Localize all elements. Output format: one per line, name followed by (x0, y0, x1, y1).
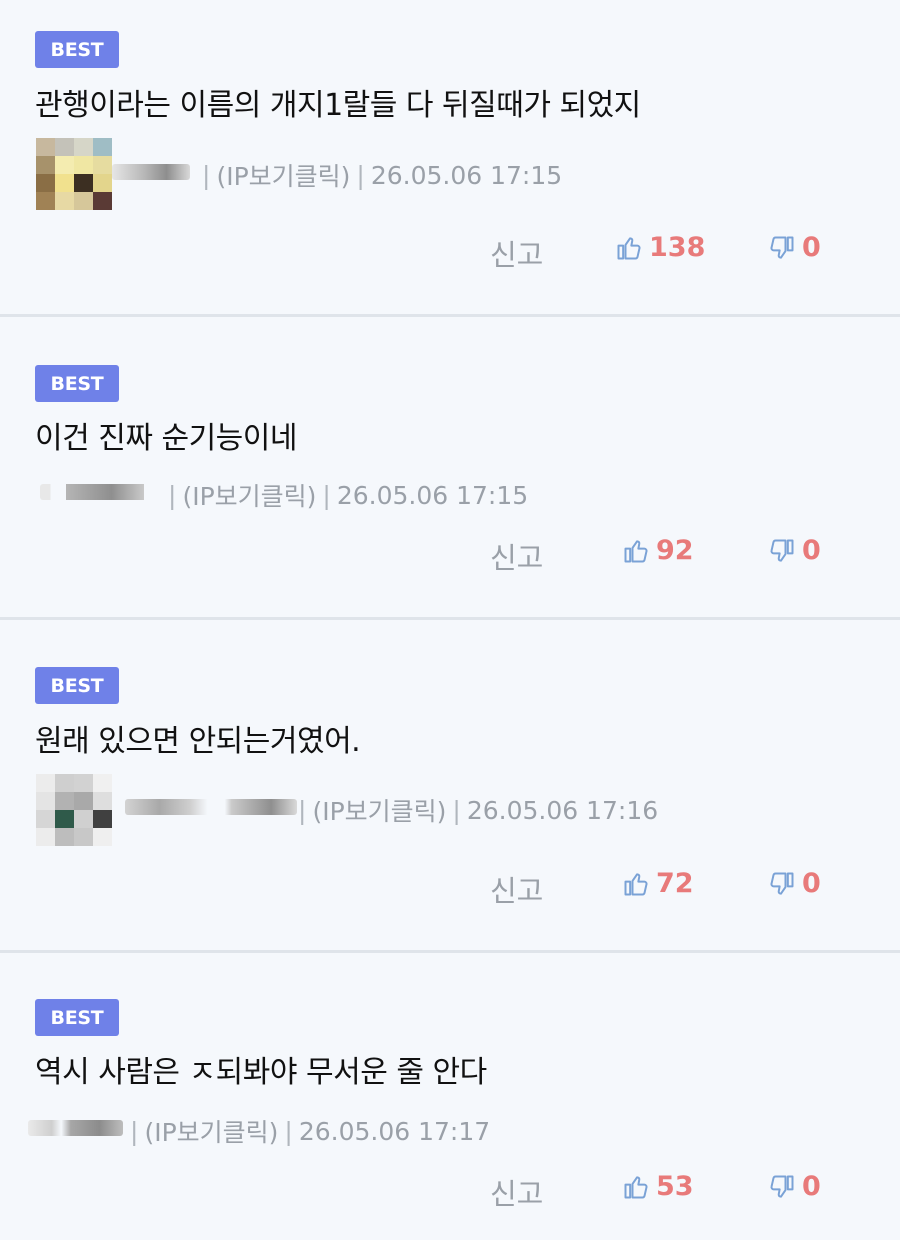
comment-actions: 신고 138 0 (0, 232, 900, 272)
comment-text: 이건 진짜 순기능이네 (35, 421, 297, 456)
like-button[interactable]: 92 (622, 535, 694, 566)
ip-view-link[interactable]: (IP보기클릭) (312, 792, 446, 828)
dislike-count: 0 (802, 535, 821, 566)
separator: | (322, 480, 331, 510)
comment-actions: 신고 72 0 (0, 868, 900, 908)
like-count: 72 (656, 868, 694, 899)
best-badge: BEST (35, 667, 119, 704)
separator: | (356, 160, 365, 190)
report-button[interactable]: 신고 (490, 1171, 543, 1213)
report-button[interactable]: 신고 (490, 535, 543, 577)
separator: | (130, 1116, 139, 1146)
ip-view-link[interactable]: (IP보기클릭) (216, 157, 350, 193)
divider (0, 617, 900, 620)
like-count: 138 (649, 232, 706, 263)
dislike-count: 0 (802, 1171, 821, 1202)
thumbs-up-icon (617, 236, 641, 259)
comment-actions: 신고 92 0 (0, 535, 900, 575)
thumbs-down-icon (770, 236, 794, 259)
ip-view-link[interactable]: (IP보기클릭) (182, 477, 316, 513)
ip-view-link[interactable]: (IP보기클릭) (144, 1113, 278, 1149)
like-button[interactable]: 138 (615, 232, 705, 263)
blurred-username[interactable] (28, 1120, 123, 1136)
thumbs-up-icon (624, 872, 648, 895)
report-button[interactable]: 신고 (490, 868, 543, 910)
separator: | (202, 160, 211, 190)
separator: | (298, 795, 307, 825)
thumbs-down-icon (770, 539, 794, 562)
comment-meta: | (IP보기클릭) | 26.05.06 17:15 (196, 157, 562, 193)
avatar[interactable] (36, 774, 112, 846)
comment-text: 원래 있으면 안되는거였어. (35, 724, 361, 759)
comment-text: 역시 사람은 ㅈ되봐야 무서운 줄 안다 (35, 1055, 487, 1090)
comment-text: 관행이라는 이름의 개지1랄들 다 뒤질때가 되었지 (35, 88, 641, 123)
comment-actions: 신고 53 0 (0, 1171, 900, 1211)
like-button[interactable]: 72 (622, 868, 694, 899)
best-badge: BEST (35, 999, 119, 1036)
thumbs-up-icon (624, 539, 648, 562)
comment-meta: | (IP보기클릭) | 26.05.06 17:17 (124, 1113, 490, 1149)
separator: | (452, 795, 461, 825)
blurred-username[interactable] (112, 164, 190, 180)
timestamp: 26.05.06 17:15 (370, 160, 563, 190)
divider (0, 314, 900, 317)
thumbs-down-icon (770, 1175, 794, 1198)
dislike-button[interactable]: 0 (768, 1171, 821, 1202)
blurred-username[interactable] (125, 799, 297, 815)
dislike-count: 0 (802, 232, 821, 263)
best-badge: BEST (35, 31, 119, 68)
comment-meta: | (IP보기클릭) | 26.05.06 17:16 (292, 792, 658, 828)
dislike-button[interactable]: 0 (768, 535, 821, 566)
dislike-button[interactable]: 0 (768, 232, 821, 263)
best-badge: BEST (35, 365, 119, 402)
timestamp: 26.05.06 17:17 (298, 1116, 491, 1146)
thumbs-up-icon (624, 1175, 648, 1198)
report-button[interactable]: 신고 (490, 232, 543, 274)
timestamp: 26.05.06 17:15 (336, 480, 529, 510)
blurred-username[interactable] (40, 484, 170, 500)
comment-list: BEST 관행이라는 이름의 개지1랄들 다 뒤질때가 되었지 | (IP보기클… (0, 0, 900, 1240)
like-button[interactable]: 53 (622, 1171, 694, 1202)
avatar[interactable] (36, 138, 112, 210)
thumbs-down-icon (770, 872, 794, 895)
separator: | (284, 1116, 293, 1146)
timestamp: 26.05.06 17:16 (466, 795, 659, 825)
comment-meta: | (IP보기클릭) | 26.05.06 17:15 (162, 477, 528, 513)
divider (0, 950, 900, 953)
dislike-count: 0 (802, 868, 821, 899)
like-count: 53 (656, 1171, 694, 1202)
dislike-button[interactable]: 0 (768, 868, 821, 899)
separator: | (168, 480, 177, 510)
like-count: 92 (656, 535, 694, 566)
